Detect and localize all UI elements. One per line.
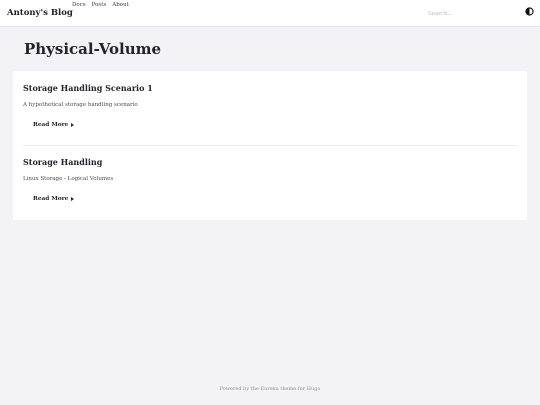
- nav-link-docs[interactable]: Docs: [72, 2, 86, 8]
- read-more-label: Read More: [33, 196, 69, 202]
- post-divider: [23, 145, 517, 146]
- page-title: Physical-Volume: [24, 40, 162, 58]
- post-list-card: Storage Handling Scenario 1 A hypothetic…: [13, 71, 527, 220]
- nav-link-about[interactable]: About: [112, 2, 129, 8]
- nav-link-posts[interactable]: Posts: [92, 2, 107, 8]
- main-nav: Docs Posts About: [72, 2, 129, 8]
- post-item: Storage Handling Scenario 1 A hypothetic…: [23, 83, 517, 130]
- caret-right-icon: [71, 123, 75, 127]
- read-more-label: Read More: [33, 122, 69, 128]
- caret-right-icon: [71, 197, 75, 201]
- read-more-button[interactable]: Read More: [33, 196, 75, 202]
- post-item: Storage Handling Linux Storage - Logical…: [23, 157, 517, 204]
- post-summary: Linux Storage - Logical Volumes: [23, 176, 114, 182]
- post-title-link[interactable]: Storage Handling Scenario 1: [23, 83, 517, 93]
- post-summary: A hypothetical storage handling scenario: [23, 102, 138, 108]
- site-footer: Powered by the Eureka theme for Hugo: [219, 386, 321, 392]
- site-brand-link[interactable]: Antony's Blog: [7, 8, 73, 18]
- search-input[interactable]: [428, 8, 508, 19]
- post-title-link[interactable]: Storage Handling: [23, 157, 517, 167]
- read-more-button[interactable]: Read More: [33, 122, 75, 128]
- top-navbar: Antony's Blog Docs Posts About: [0, 0, 540, 27]
- half-moon-contrast-icon[interactable]: [525, 7, 534, 16]
